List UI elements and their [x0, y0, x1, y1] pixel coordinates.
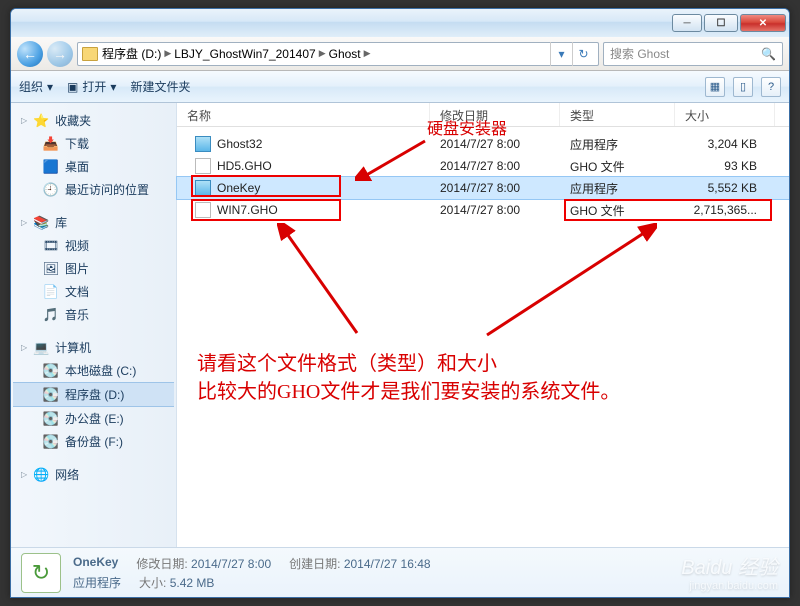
annotation-text: 比较大的GHO文件才是我们要安装的系统文件。	[197, 375, 620, 404]
col-type[interactable]: 类型	[560, 103, 675, 126]
new-folder-button[interactable]: 新建文件夹	[130, 78, 190, 95]
preview-pane-button[interactable]: ▯	[733, 77, 753, 97]
search-input[interactable]: 搜索 Ghost 🔍	[603, 42, 783, 66]
col-size[interactable]: 大小	[675, 103, 775, 126]
col-name[interactable]: 名称	[177, 103, 430, 126]
search-icon: 🔍	[761, 47, 776, 61]
file-row[interactable]: WIN7.GHO 2014/7/27 8:00GHO 文件2,715,365..…	[177, 199, 789, 221]
sidebar: ▷⭐收藏夹 📥下载 🟦桌面 🕘最近访问的位置 ▷📚库 🎞视频 🖼图片 📄文档 🎵…	[11, 103, 177, 547]
back-button[interactable]: ←	[17, 41, 43, 67]
sidebar-pictures[interactable]: 🖼图片	[13, 257, 174, 280]
view-button[interactable]: ▦	[705, 77, 725, 97]
search-placeholder: 搜索 Ghost	[610, 45, 669, 62]
maximize-button[interactable]: ☐	[704, 14, 738, 32]
bc-2[interactable]: LBJY_GhostWin7_201407	[174, 47, 315, 61]
sidebar-drive-c[interactable]: 💽本地磁盘 (C:)	[13, 359, 174, 382]
file-list: 名称 修改日期 类型 大小 Ghost32 2014/7/27 8:00应用程序…	[177, 103, 789, 547]
gho-icon	[195, 202, 211, 218]
file-type-icon: ↻	[21, 553, 61, 593]
status-filename: OneKey	[73, 555, 118, 569]
gho-icon	[195, 158, 211, 174]
sidebar-documents[interactable]: 📄文档	[13, 280, 174, 303]
bc-1[interactable]: 程序盘 (D:)	[102, 45, 161, 62]
sidebar-recent[interactable]: 🕘最近访问的位置	[13, 178, 174, 201]
sidebar-music[interactable]: 🎵音乐	[13, 303, 174, 326]
file-row-selected[interactable]: OneKey 2014/7/27 8:00应用程序5,552 KB	[177, 177, 789, 199]
sidebar-videos[interactable]: 🎞视频	[13, 234, 174, 257]
status-type: 应用程序	[73, 574, 121, 591]
addr-dropdown[interactable]: ▾	[550, 42, 572, 66]
close-button[interactable]: ✕	[740, 14, 786, 32]
exe-icon	[195, 136, 211, 152]
help-button[interactable]: ?	[761, 77, 781, 97]
address-bar[interactable]: 程序盘 (D:)▶ LBJY_GhostWin7_201407▶ Ghost▶ …	[77, 42, 599, 66]
forward-button[interactable]: →	[47, 41, 73, 67]
exe-icon	[195, 180, 211, 196]
drive-icon	[82, 47, 98, 61]
bc-3[interactable]: Ghost	[329, 47, 361, 61]
navbar: ← → 程序盘 (D:)▶ LBJY_GhostWin7_201407▶ Gho…	[11, 37, 789, 71]
minimize-button[interactable]: ─	[672, 14, 702, 32]
col-date[interactable]: 修改日期	[430, 103, 560, 126]
titlebar[interactable]: ─ ☐ ✕	[11, 9, 789, 37]
open-button[interactable]: ▣ 打开 ▾	[67, 78, 116, 95]
organize-menu[interactable]: 组织 ▾	[19, 78, 53, 95]
arrow-icon	[477, 223, 657, 343]
sidebar-favorites[interactable]: ▷⭐收藏夹	[13, 109, 174, 132]
sidebar-desktop[interactable]: 🟦桌面	[13, 155, 174, 178]
sidebar-network[interactable]: ▷🌐网络	[13, 463, 174, 486]
toolbar: 组织 ▾ ▣ 打开 ▾ 新建文件夹 ▦ ▯ ?	[11, 71, 789, 103]
sidebar-downloads[interactable]: 📥下载	[13, 132, 174, 155]
sidebar-drive-e[interactable]: 💽办公盘 (E:)	[13, 407, 174, 430]
file-row[interactable]: Ghost32 2014/7/27 8:00应用程序3,204 KB	[177, 133, 789, 155]
arrow-icon	[277, 223, 377, 343]
refresh-button[interactable]: ↻	[572, 42, 594, 66]
sidebar-drive-d[interactable]: 💽程序盘 (D:)	[13, 382, 174, 407]
sidebar-libraries[interactable]: ▷📚库	[13, 211, 174, 234]
annotation-text: 请看这个文件格式（类型）和大小	[197, 347, 497, 376]
explorer-window: ─ ☐ ✕ ← → 程序盘 (D:)▶ LBJY_GhostWin7_20140…	[10, 8, 790, 598]
sidebar-drive-f[interactable]: 💽备份盘 (F:)	[13, 430, 174, 453]
file-row[interactable]: HD5.GHO 2014/7/27 8:00GHO 文件93 KB	[177, 155, 789, 177]
sidebar-computer[interactable]: ▷💻计算机	[13, 336, 174, 359]
column-headers[interactable]: 名称 修改日期 类型 大小	[177, 103, 789, 127]
status-bar: ↻ OneKey 修改日期: 2014/7/27 8:00 创建日期: 2014…	[11, 547, 789, 597]
